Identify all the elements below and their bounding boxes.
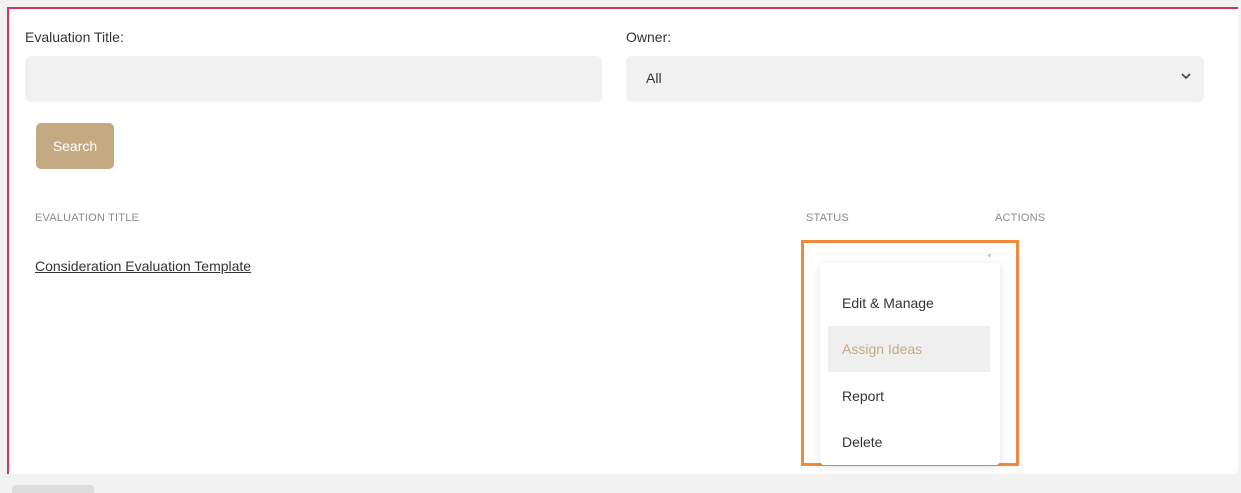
menu-item-assign-ideas[interactable]: Assign Ideas <box>828 326 990 372</box>
menu-item-edit-manage[interactable]: Edit & Manage <box>828 280 990 326</box>
menu-item-report[interactable]: Report <box>828 373 990 419</box>
evaluation-title-link[interactable]: Consideration Evaluation Template <box>35 258 251 274</box>
evaluations-panel: Evaluation Title: Owner: All Search EVAL… <box>7 7 1238 474</box>
search-button[interactable]: Search <box>36 123 114 169</box>
menu-item-delete[interactable]: Delete <box>828 419 990 465</box>
evaluation-title-input[interactable] <box>25 56 602 102</box>
evaluation-title-label: Evaluation Title: <box>25 29 124 45</box>
column-header-status: STATUS <box>806 212 849 224</box>
bottom-tab-fragment <box>12 485 94 493</box>
column-header-actions: ACTIONS <box>995 212 1046 224</box>
chevron-down-icon <box>1181 73 1191 80</box>
owner-label: Owner: <box>626 29 672 45</box>
column-header-evaluation-title: EVALUATION TITLE <box>35 212 140 224</box>
owner-select-value: All <box>646 70 662 86</box>
owner-select[interactable]: All <box>626 56 1204 102</box>
actions-dropdown-menu: Edit & Manage Assign Ideas Report Delete <box>820 263 1000 465</box>
caret-down-icon[interactable]: ▼ <box>986 253 993 260</box>
